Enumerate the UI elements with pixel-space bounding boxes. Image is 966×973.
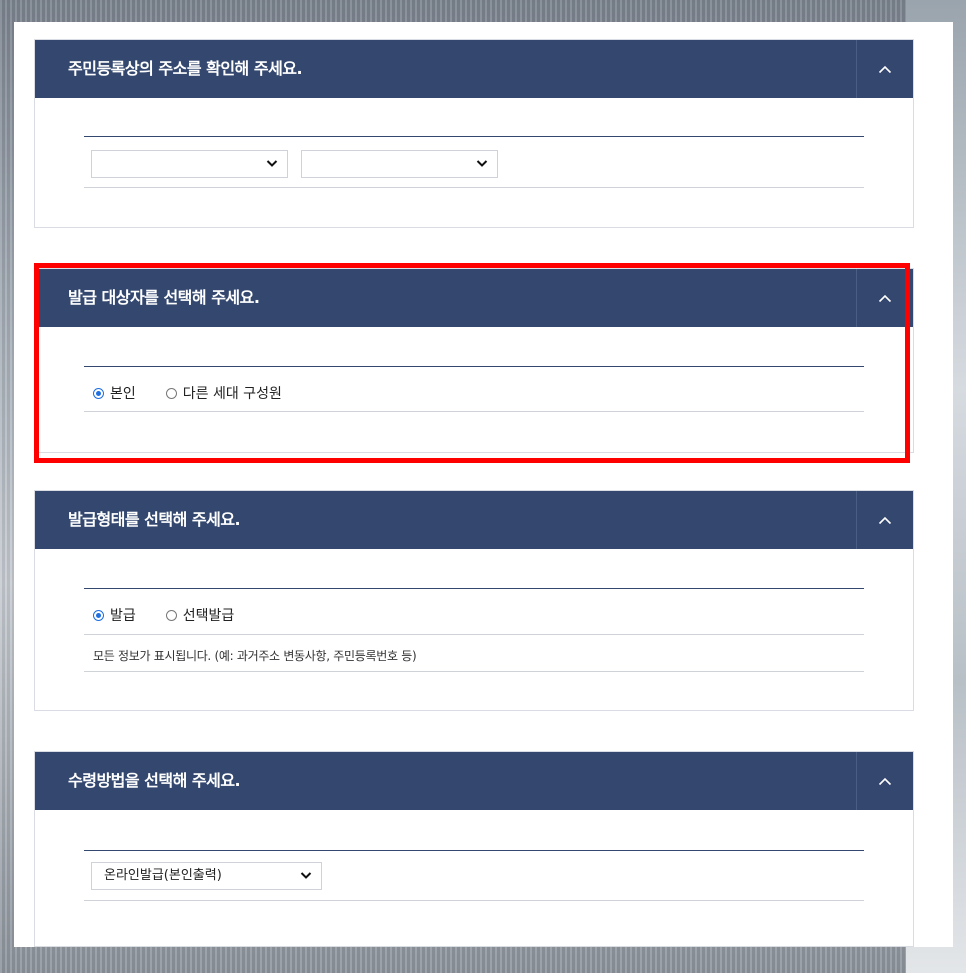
chevron-up-icon xyxy=(878,516,892,524)
receive-method-select[interactable]: 온라인발급(본인출력) xyxy=(91,862,322,890)
radio-label: 선택발급 xyxy=(182,608,235,624)
divider xyxy=(84,187,864,188)
section-title: 발급 대상자를 선택해 주세요. xyxy=(68,288,260,307)
target-radio-group: 본인 다른 세대 구성원 xyxy=(93,383,312,403)
divider xyxy=(84,411,864,412)
radio-dot[interactable] xyxy=(165,387,177,399)
select-value: 온라인발급(본인출력) xyxy=(104,868,222,883)
section-header: 주민등록상의 주소를 확인해 주세요. xyxy=(35,40,913,98)
issue-type-description: 모든 정보가 표시됩니다. (예: 과거주소 변동사항, 주민등록번호 등) xyxy=(93,649,417,663)
radio-self[interactable]: 본인 xyxy=(93,383,136,403)
divider xyxy=(84,136,864,137)
section-address: 주민등록상의 주소를 확인해 주세요. xyxy=(34,39,914,228)
sigungu-select[interactable] xyxy=(301,150,498,178)
radio-dot-checked[interactable] xyxy=(93,609,104,621)
divider xyxy=(84,900,864,901)
radio-dot-checked[interactable] xyxy=(93,387,104,399)
section-target: 발급 대상자를 선택해 주세요. 본인 다른 세대 구성원 xyxy=(34,268,914,453)
collapse-button[interactable] xyxy=(856,752,913,810)
radio-label: 본인 xyxy=(110,386,136,402)
collapse-button[interactable] xyxy=(856,269,913,327)
issue-type-radio-group: 발급 선택발급 xyxy=(93,605,264,625)
section-receive-method: 수령방법을 선택해 주세요. 온라인발급(본인출력) xyxy=(34,751,914,947)
divider xyxy=(84,850,864,851)
section-issue-type: 발급형태를 선택해 주세요. 발급 선택발급 모든 정보가 표시됩니다. (예:… xyxy=(34,490,914,711)
chevron-up-icon xyxy=(878,294,892,302)
radio-selective-issue[interactable]: 선택발급 xyxy=(165,605,235,625)
chevron-down-icon xyxy=(300,872,312,879)
radio-issue[interactable]: 발급 xyxy=(93,605,136,625)
chevron-down-icon xyxy=(476,160,488,167)
divider xyxy=(84,366,864,367)
section-title: 주민등록상의 주소를 확인해 주세요. xyxy=(68,59,303,78)
section-header: 발급 대상자를 선택해 주세요. xyxy=(35,269,913,327)
form-panel: 주민등록상의 주소를 확인해 주세요. 발급 대상자를 선택해 주세요. 본인 … xyxy=(14,22,953,947)
chevron-down-icon xyxy=(266,160,278,167)
section-title: 수령방법을 선택해 주세요. xyxy=(68,771,241,790)
chevron-up-icon xyxy=(878,65,892,73)
radio-dot[interactable] xyxy=(165,609,177,621)
divider xyxy=(84,671,864,672)
radio-label: 다른 세대 구성원 xyxy=(182,386,282,402)
section-header: 수령방법을 선택해 주세요. xyxy=(35,752,913,810)
radio-other-member[interactable]: 다른 세대 구성원 xyxy=(165,383,282,403)
divider xyxy=(84,588,864,589)
sido-select[interactable] xyxy=(91,150,288,178)
section-title: 발급형태를 선택해 주세요. xyxy=(68,510,241,529)
collapse-button[interactable] xyxy=(856,40,913,98)
collapse-button[interactable] xyxy=(856,491,913,549)
radio-label: 발급 xyxy=(110,608,136,624)
section-header: 발급형태를 선택해 주세요. xyxy=(35,491,913,549)
chevron-up-icon xyxy=(878,777,892,785)
divider xyxy=(84,634,864,635)
